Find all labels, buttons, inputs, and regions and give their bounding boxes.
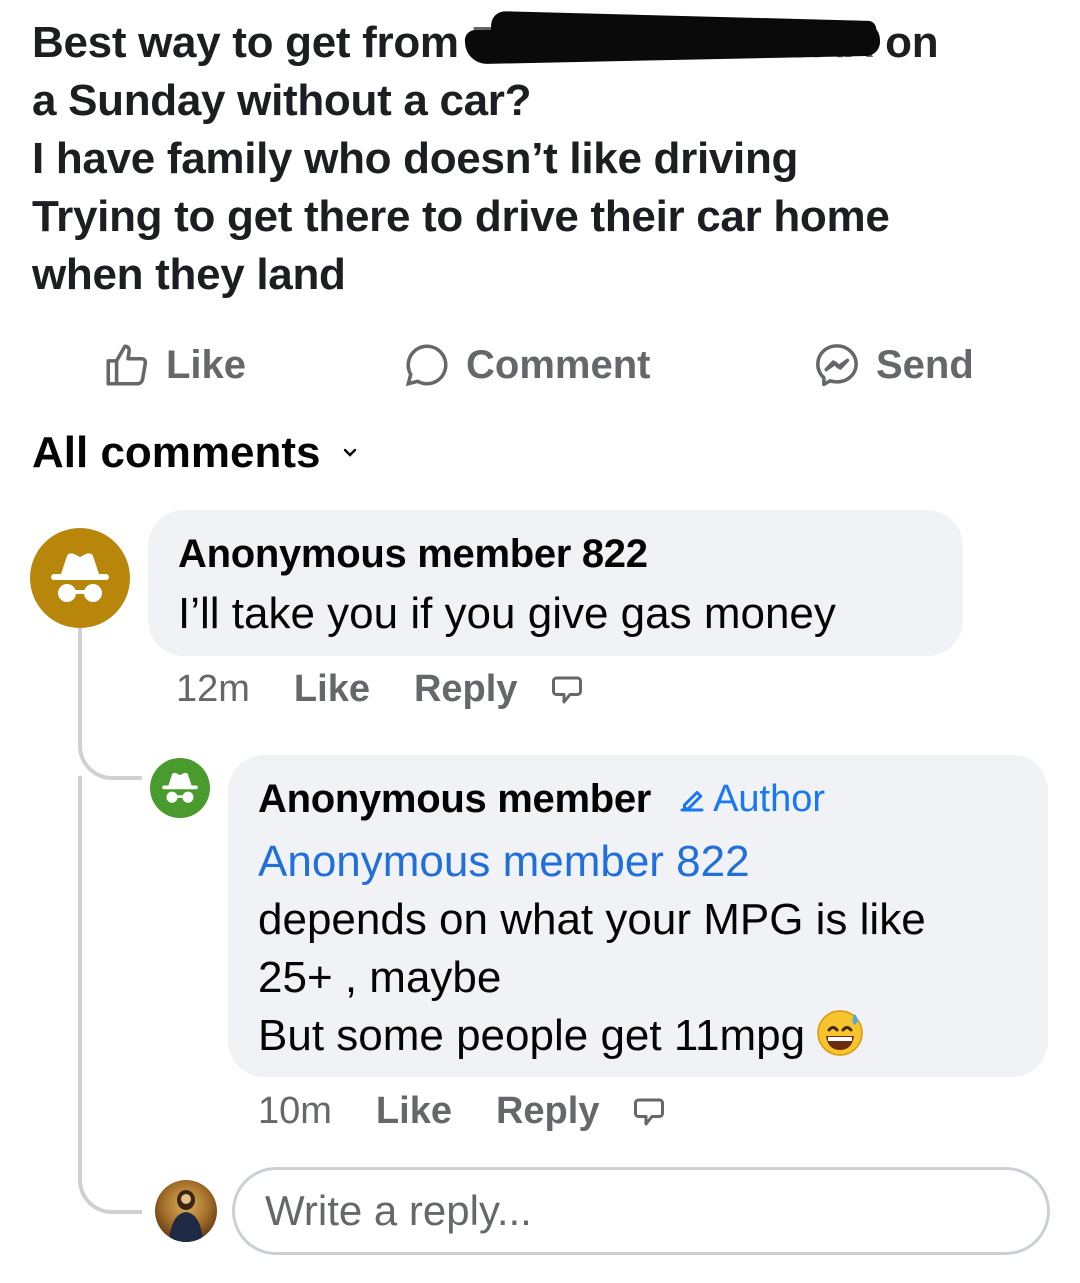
author-badge: Author [677,778,825,821]
post-line: when they land [32,250,346,299]
comment-label: Comment [466,342,651,387]
anonymous-avatar[interactable] [150,758,210,818]
comment-author[interactable]: Anonymous member [258,777,651,822]
react-icon[interactable] [549,672,585,708]
comment-line: 25+ , maybe [258,953,502,1002]
author-badge-label: Author [713,778,826,820]
send-button[interactable]: Send [812,340,974,390]
react-icon[interactable] [631,1094,667,1130]
comments-filter-dropdown[interactable]: All comments [32,428,357,478]
post-line: Best way to get from Fort Stewart to JAX… [32,10,1042,72]
thumbs-up-icon [106,344,148,386]
like-button[interactable]: Like [102,340,246,390]
incognito-icon [162,772,198,803]
post-line-text: Best way to get from [32,18,471,67]
thread-line [78,776,142,1214]
post-line: I have family who doesn’t like driving [32,134,799,183]
comment-time[interactable]: 10m [258,1090,332,1133]
post-line-text: on [873,18,939,67]
send-label: Send [876,342,974,387]
pencil-icon [680,790,704,811]
comment-line: But some people get 11mpg [258,1011,806,1060]
user-avatar[interactable] [155,1180,217,1242]
post-line: Trying to get there to drive their car h… [32,192,890,241]
comment-author[interactable]: Anonymous member 822 [178,532,648,577]
post-text: Best way to get from Fort Stewart to JAX… [32,10,1042,304]
thread-line [78,628,142,780]
comment-like-button[interactable]: Like [294,668,370,711]
mention-link[interactable]: Anonymous member 822 [258,833,750,891]
post-action-bar: Like Comment Send [0,340,1080,400]
reply-placeholder: Write a reply... [265,1187,532,1234]
profile-photo-icon [169,1190,203,1242]
grinning-face-with-sweat-icon [817,1010,863,1056]
messenger-icon [816,344,858,387]
comment-line-with-emoji: But some people get 11mpg [258,1007,1038,1065]
like-label: Like [166,342,247,387]
comments-filter-label: All comments [32,428,321,477]
comment-line: depends on what your MPG is like [258,895,926,944]
post-line: a Sunday without a car? [32,76,532,125]
comment-like-button[interactable]: Like [376,1090,452,1133]
comment-meta: 12m Like Reply [176,668,585,711]
comment-header: Anonymous member Author [258,777,825,822]
reply-input[interactable]: Write a reply... [232,1167,1050,1255]
comment-time[interactable]: 12m [176,668,250,711]
comment-reply-button[interactable]: Reply [414,668,517,711]
comment-text: I’ll take you if you give gas money [178,589,836,638]
redacted-location: Fort Stewart to JAX [464,10,880,72]
chevron-down-icon [343,448,356,457]
comment-meta: 10m Like Reply [258,1090,667,1133]
comment-button[interactable]: Comment [402,340,650,390]
comment-icon [405,344,448,387]
anonymous-avatar[interactable] [30,528,130,628]
comment-text: depends on what your MPG is like 25+ , m… [258,891,1038,1065]
incognito-icon [51,553,109,602]
comment-reply-button[interactable]: Reply [496,1090,599,1133]
comment-bubble: Anonymous member Author Anonymous member… [228,755,1048,1077]
comment-bubble: Anonymous member 822 I’ll take you if yo… [148,510,963,656]
